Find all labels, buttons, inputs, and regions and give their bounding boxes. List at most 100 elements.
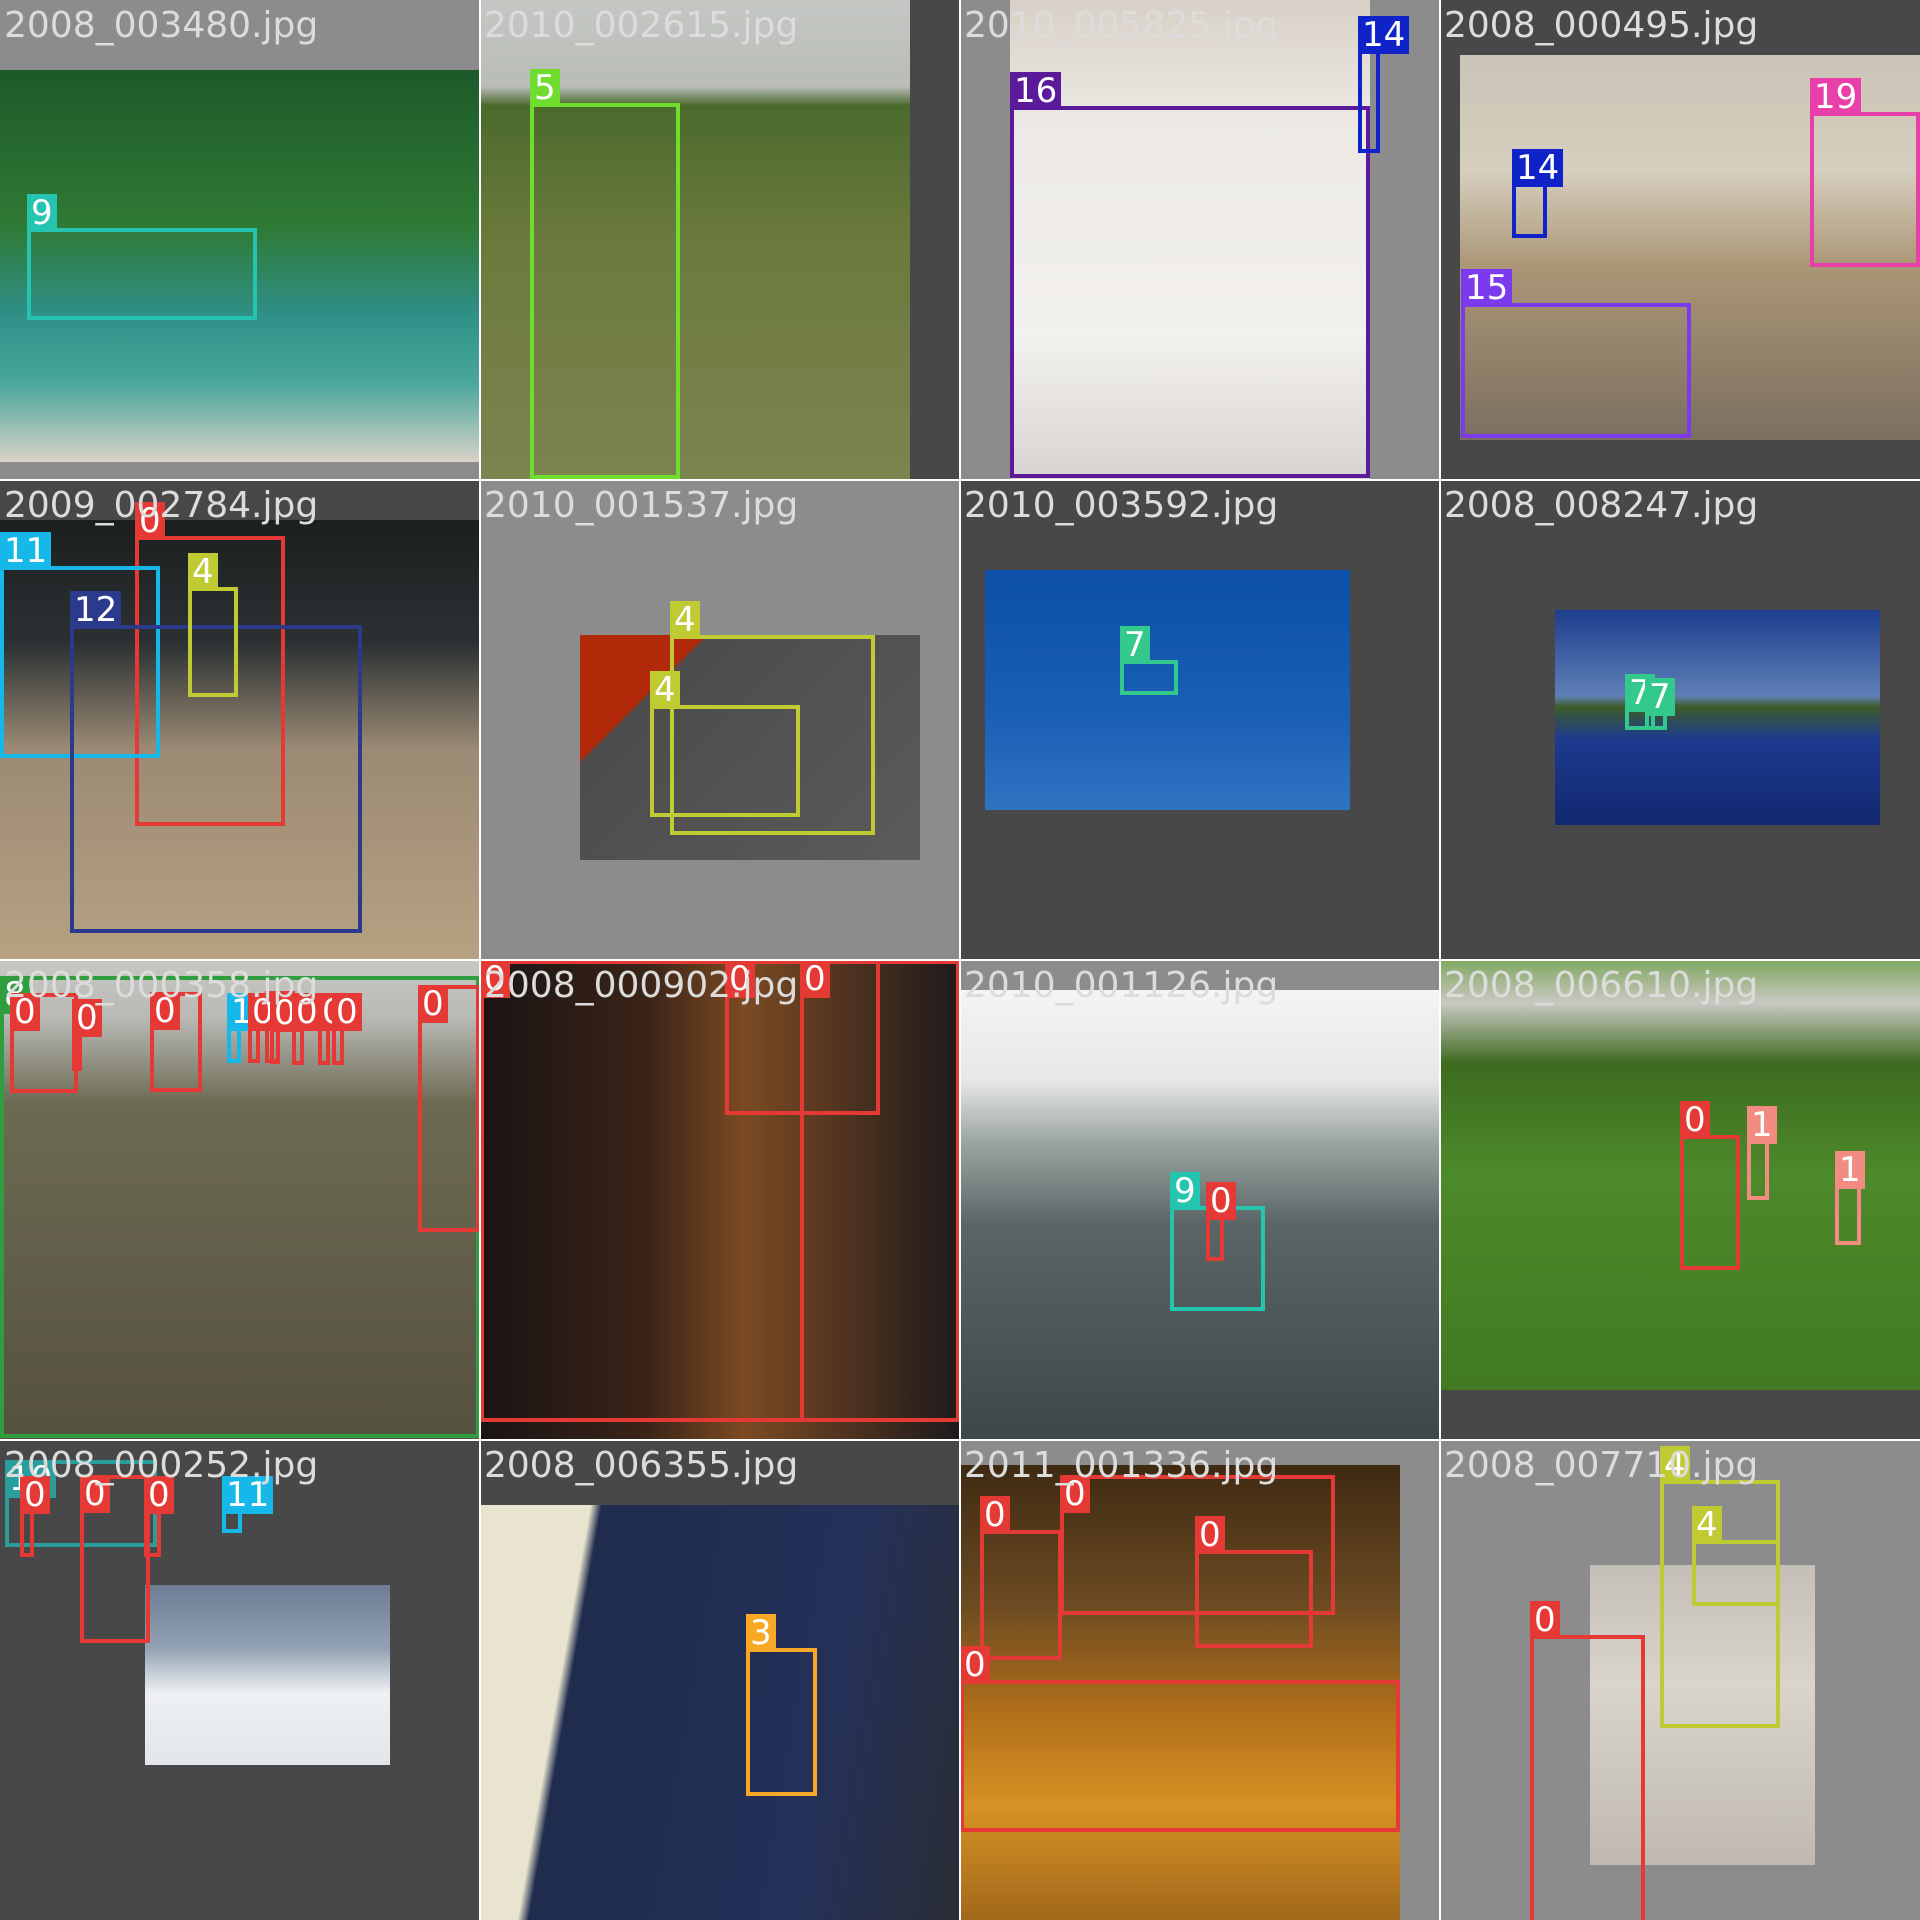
box-class-label: 0 (150, 992, 180, 1030)
box-class-label: 0 (800, 960, 830, 998)
bounding-box: 0 (248, 993, 278, 1063)
box-class-label: 0 (418, 985, 448, 1023)
box-class-label: 4 (650, 671, 680, 709)
box-class-label: 0 (20, 1476, 50, 1514)
box-class-label: 9 (1170, 1172, 1200, 1210)
bounding-box: 0 (980, 1496, 1062, 1660)
box-class-label: 7 (1645, 678, 1675, 716)
mosaic-tile: 3 2008_006355.jpg (480, 1440, 960, 1920)
bounding-box: 4 (650, 671, 800, 817)
mosaic-tile: 4 4 2010_001537.jpg (480, 480, 960, 960)
box-class-label: 1 (1747, 1106, 1777, 1144)
tile-filename: 2010_003592.jpg (964, 485, 1279, 526)
box-class-label: 0 (960, 1646, 990, 1684)
bounding-box: 0 (1206, 1182, 1236, 1261)
box-class-label: 4 (1660, 1446, 1690, 1484)
bounding-box: 1 (1747, 1106, 1777, 1200)
box-class-label: 0 (10, 993, 40, 1031)
bounding-box: 0 (960, 1646, 1400, 1832)
box-class-label: 0 (980, 1496, 1010, 1534)
bounding-box: 14 (1358, 16, 1410, 153)
mosaic-tile: 0 1 1 2008_006610.jpg (1440, 960, 1920, 1440)
box-class-label: 0 (480, 960, 510, 998)
bounding-box: 0 (150, 992, 202, 1092)
box-class-label: 0 (144, 1476, 174, 1514)
box-class-label: 0 (1206, 1182, 1236, 1220)
box-class-label: 14 (1512, 149, 1564, 187)
box-class-label: 0 (1680, 1101, 1710, 1139)
mosaic-tile: 0 0 0 2008_000902.jpg (480, 960, 960, 1440)
bounding-box: 11 (222, 1476, 274, 1533)
bounding-box: 1 (1835, 1151, 1865, 1245)
mosaic-tile: 16 14 2010_005825.jpg (960, 0, 1440, 480)
bounding-box: 0 (1195, 1516, 1313, 1648)
mosaic-tile: 0 0 0 0 2011_001336.jpg (960, 1440, 1440, 1920)
box-class-label: 0 (1195, 1516, 1225, 1554)
bounding-box: 15 (1461, 269, 1691, 438)
bounding-box: 0 (1530, 1601, 1645, 1920)
tile-photo (480, 1505, 960, 1920)
bounding-box: 3 (746, 1614, 817, 1796)
box-class-label: 15 (1461, 269, 1513, 307)
bounding-box: 4 (188, 553, 238, 697)
box-class-label: 0 (80, 1475, 110, 1513)
box-class-label: 4 (670, 601, 700, 639)
box-class-label: 0 (332, 993, 362, 1031)
bounding-box: 0 (292, 993, 322, 1065)
bounding-box: 9 (27, 194, 257, 320)
box-class-label: 19 (1810, 78, 1862, 116)
mosaic-tile: 0 4 4 2008_007710.jpg (1440, 1440, 1920, 1920)
box-class-label: 9 (27, 194, 57, 232)
bounding-box: 0 (1680, 1101, 1740, 1270)
mosaic-tile: 0 11 12 4 2009_002784.jpg (0, 480, 480, 960)
bounding-box: 0 (80, 1475, 150, 1643)
grid-divider (0, 959, 1920, 961)
bounding-box: 0 (418, 985, 480, 1232)
bounding-box: 0 (20, 1476, 50, 1557)
mosaic-tile: 14 15 19 2008_000495.jpg (1440, 0, 1920, 480)
grid-divider (1439, 0, 1441, 1920)
box-class-label: 14 (1358, 16, 1410, 54)
bounding-box: 0 (10, 993, 78, 1093)
bounding-box: 0 (318, 993, 348, 1065)
bounding-box: 5 (530, 69, 680, 479)
box-class-label: 11 (222, 1476, 274, 1514)
tile-filename: 2008_003480.jpg (4, 5, 319, 46)
box-class-label: 0 (72, 999, 102, 1037)
box-class-label: 5 (530, 69, 560, 107)
mosaic-tile: 10000112008_000252.jpg (0, 1440, 480, 1920)
tile-filename: 2010_001537.jpg (484, 485, 799, 526)
box-class-label: 3 (746, 1614, 776, 1652)
bounding-box: 7 (1645, 678, 1675, 730)
grid-divider (0, 1439, 1920, 1441)
bounding-box: 11 (227, 993, 279, 1063)
box-class-label: 0 (1060, 1475, 1090, 1513)
tile-filename: 2008_008247.jpg (1444, 485, 1759, 526)
box-class-label: 4 (188, 553, 218, 591)
mosaic-tile: 7 7 2008_008247.jpg (1440, 480, 1920, 960)
bounding-box: 0 (800, 960, 960, 1422)
bounding-box: 7 (1120, 626, 1178, 695)
tile-filename: 2008_006355.jpg (484, 1445, 799, 1486)
detection-mosaic: 9 2008_003480.jpg 5 2010_002615.jpg 16 14 2010… (0, 0, 1920, 1920)
bounding-box: 0 (144, 1476, 174, 1557)
bounding-box: 16 (1010, 72, 1370, 478)
box-class-label: 12 (70, 591, 122, 629)
mosaic-tile: 5 2010_002615.jpg (480, 0, 960, 480)
mosaic-tile: 80000110000002008_000358.jpg (0, 960, 480, 1440)
mosaic-tile: 9 2008_003480.jpg (0, 0, 480, 480)
tile-photo (145, 1585, 390, 1765)
bounding-box: 19 (1810, 78, 1920, 267)
tile-photo (1555, 610, 1880, 825)
bounding-box: 0 (270, 994, 300, 1064)
bounding-box: 0 (72, 999, 102, 1071)
box-class-label: 0 (135, 502, 165, 540)
bounding-box: 14 (1512, 149, 1564, 238)
mosaic-tile: 7 2010_003592.jpg (960, 480, 1440, 960)
mosaic-tile: 9 0 2010_001126.jpg (960, 960, 1440, 1440)
box-class-label: 16 (1010, 72, 1062, 110)
box-class-label: 11 (0, 532, 52, 570)
box-class-label: 0 (1530, 1601, 1560, 1639)
box-class-label: 4 (1692, 1506, 1722, 1544)
bounding-box: 4 (1692, 1506, 1780, 1606)
